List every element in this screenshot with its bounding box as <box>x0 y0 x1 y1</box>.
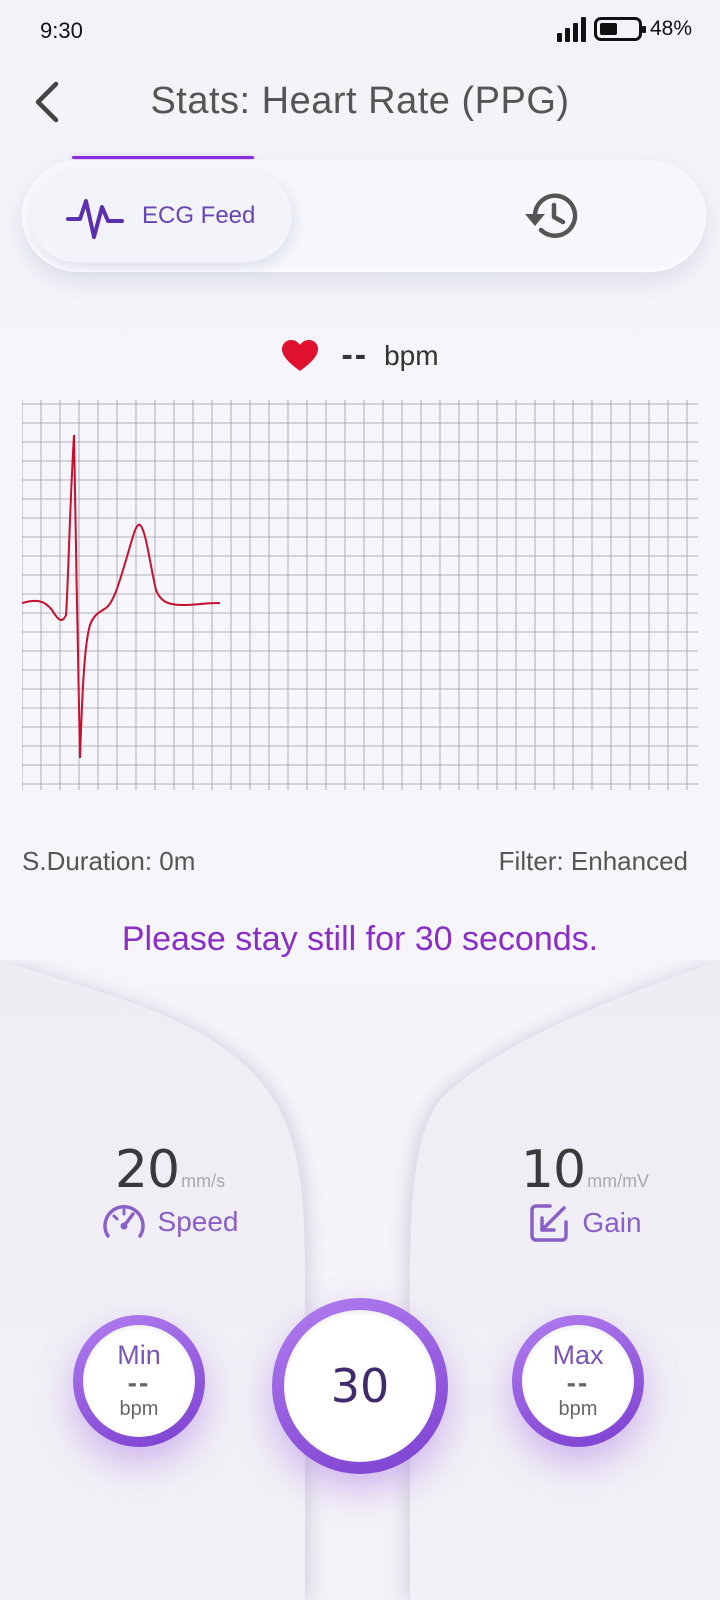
gain-unit: mm/mV <box>587 1171 650 1191</box>
speed-value: 20 <box>114 1140 180 1200</box>
speed-label: Speed <box>157 1206 239 1237</box>
instruction-text: Please stay still for 30 seconds. <box>121 920 599 958</box>
filter-mode: Filter: Enhanced <box>498 846 688 876</box>
heart-icon <box>282 339 319 371</box>
gain-value: 10 <box>520 1140 586 1200</box>
tab-bar: ECG Feed <box>22 160 706 272</box>
ecg-chart <box>22 400 698 790</box>
tab-ecg-label: ECG Feed <box>142 202 256 229</box>
speedometer-icon <box>102 1205 145 1238</box>
heart-rate-value: -- <box>341 336 369 374</box>
max-value: -- <box>566 1367 590 1398</box>
max-title: Max <box>552 1340 604 1370</box>
ecg-grid <box>22 400 698 790</box>
status-bar: 9:30 48% <box>0 0 720 60</box>
gain-value-row: 10 mm/mV <box>490 1140 680 1200</box>
timer-inner: 30 <box>284 1310 436 1462</box>
status-icons: 48% <box>556 16 692 42</box>
page-title: Stats: Heart Rate (PPG) <box>150 80 570 122</box>
max-bpm-inner: Max -- bpm <box>522 1325 634 1437</box>
speed-unit: mm/s <box>181 1171 226 1191</box>
pulse-icon <box>66 199 124 239</box>
speed-value-row: 20 mm/s <box>80 1140 260 1200</box>
bottom-panel-background <box>0 960 720 1600</box>
min-title: Min <box>117 1340 161 1370</box>
min-bpm-inner: Min -- bpm <box>83 1325 195 1437</box>
timer-ring-button[interactable]: 30 <box>272 1298 448 1474</box>
header: Stats: Heart Rate (PPG) <box>0 70 720 140</box>
battery-level <box>599 23 618 35</box>
speed-stat[interactable]: 20 mm/s Speed <box>80 1140 260 1242</box>
tab-active-indicator <box>72 156 254 159</box>
tab-ecg-feed[interactable]: ECG Feed <box>30 170 292 262</box>
signal-icon <box>556 16 586 42</box>
history-icon <box>525 193 578 238</box>
battery-percent: 48% <box>649 17 692 40</box>
gain-stat[interactable]: 10 mm/mV Gain <box>490 1140 680 1244</box>
min-value: -- <box>127 1367 151 1398</box>
battery-icon <box>593 17 646 41</box>
session-duration: S.Duration: 0m <box>22 846 196 876</box>
heart-rate-unit: bpm <box>384 339 439 371</box>
ecg-trace <box>22 434 221 759</box>
tab-history[interactable] <box>518 182 586 250</box>
max-unit: bpm <box>558 1398 598 1420</box>
speed-label-row: Speed <box>80 1202 260 1242</box>
status-time: 9:30 <box>40 18 83 43</box>
gain-label: Gain <box>582 1207 642 1238</box>
max-bpm-ring: Max -- bpm <box>512 1315 644 1447</box>
gain-label-row: Gain <box>490 1202 680 1244</box>
min-bpm-ring: Min -- bpm <box>73 1315 205 1447</box>
min-unit: bpm <box>119 1398 159 1420</box>
heart-rate-readout: -- bpm <box>0 336 720 375</box>
timer-value: 30 <box>330 1359 390 1413</box>
resize-icon <box>530 1204 569 1242</box>
